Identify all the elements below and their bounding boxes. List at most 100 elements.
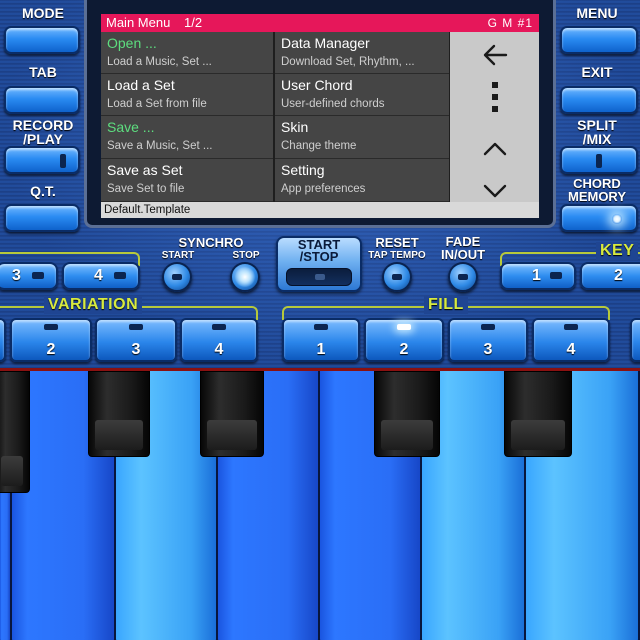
black-key[interactable] [0,371,30,493]
pill-number: 2 [614,267,623,284]
record-play-button[interactable] [4,146,80,174]
start-stop-button[interactable]: START /STOP [276,236,362,292]
fill-pad-1[interactable]: 1 [282,318,360,362]
record-led [60,154,66,168]
pad-number: 2 [46,341,56,358]
exit-button[interactable] [560,86,638,114]
pill-led [550,272,562,279]
tab-button[interactable] [4,86,80,114]
fill-pad-partial[interactable] [630,318,640,362]
menu-item-open[interactable]: Open ... Load a Music, Set ... [101,32,273,74]
variation-pad-4[interactable]: 4 [180,318,258,362]
pad-led [314,324,328,330]
pad-led [212,324,226,330]
fill-pad-3[interactable]: 3 [448,318,528,362]
menu-item-subtitle: Download Set, Rhythm, ... [281,56,415,68]
chevron-up-icon[interactable] [450,140,539,162]
menu-button[interactable] [560,26,638,54]
exit-label: EXIT [581,64,613,80]
main-menu-dialog: Main Menu 1/2 G M #1 Open ... Load a Mus… [101,14,539,218]
variation-select-3[interactable]: 3 [0,262,58,290]
back-arrow-icon[interactable] [450,40,539,70]
qt-button[interactable] [4,204,80,232]
knob-led [392,274,402,280]
menu-item-data-manager[interactable]: Data Manager Download Set, Rhythm, ... [275,32,449,74]
variation-select-4[interactable]: 4 [62,262,140,290]
pill-led [114,272,126,279]
black-key[interactable] [88,371,150,457]
more-vertical-icon[interactable] [450,80,539,114]
variation-pad-2[interactable]: 2 [10,318,92,362]
menu-title-bar: Main Menu 1/2 G M #1 [101,14,539,32]
menu-item-save[interactable]: Save ... Save a Music, Set ... [101,116,273,159]
menu-title: Main Menu [106,15,171,30]
variation-pad-3[interactable]: 3 [95,318,177,362]
black-key[interactable] [504,371,572,457]
synchro-start-label: START [161,250,195,261]
pill-led [32,272,44,279]
pad-number: 2 [399,341,409,358]
pad-led-active [397,324,411,330]
pill-number: 1 [532,267,541,284]
chord-memory-label: CHORD MEMORY [567,176,627,204]
fade-in-out-button[interactable] [448,262,478,292]
menu-item-title: Save ... [107,119,155,135]
pad-number: 3 [483,341,493,358]
pad-number: 4 [214,341,224,358]
record-play-label: RECORD /PLAY [12,117,74,147]
key-cap [381,420,433,450]
menu-item-subtitle: Load a Music, Set ... [107,56,212,68]
chevron-down-icon[interactable] [450,182,539,204]
slot-led [315,274,325,280]
mode-label: MODE [22,5,64,21]
black-key[interactable] [200,371,264,457]
split-mix-button[interactable] [560,146,638,174]
fade-label: FADE IN/OUT [430,235,496,261]
menu-item-user-chord[interactable]: User Chord User-defined chords [275,74,449,116]
template-status: Default.Template [101,202,539,218]
menu-item-title: User Chord [281,77,353,93]
menu-page-indicator: 1/2 [184,15,203,30]
key-cap [207,420,257,450]
menu-label: MENU [576,5,618,21]
key-select-1[interactable]: 1 [500,262,576,290]
variation-label: VARIATION [44,296,143,314]
menu-item-title: Setting [281,162,325,178]
key-cap [95,420,143,450]
mode-button[interactable] [4,26,80,54]
fill-pad-2[interactable]: 2 [364,318,444,362]
menu-item-skin[interactable]: Skin Change theme [275,116,449,159]
pad-led [564,324,578,330]
pill-number: 3 [12,267,21,284]
start-stop-slot [286,268,352,286]
menu-item-subtitle: Save a Music, Set ... [107,140,213,152]
fill-pad-4[interactable]: 4 [532,318,610,362]
menu-item-title: Open ... [107,35,157,51]
chord-memory-button[interactable] [560,204,638,232]
stop-text: /STOP [299,249,339,264]
pad-number: 3 [131,341,141,358]
knob-led [458,274,468,280]
black-key[interactable] [374,371,440,457]
key-select-2[interactable]: 2 [580,262,640,290]
menu-item-subtitle: App preferences [281,183,366,195]
variation-pad-1[interactable] [0,318,6,362]
menu-item-title: Save as Set [107,162,183,178]
menu-item-title: Skin [281,119,309,135]
qt-label: Q.T. [30,183,56,199]
in-out-text: IN/OUT [440,247,486,262]
menu-item-setting[interactable]: Setting App preferences [275,159,449,202]
menu-item-title: Data Manager [281,35,370,51]
pad-led [481,324,495,330]
synchro-stop-button[interactable] [230,262,260,292]
menu-item-save-as-set[interactable]: Save as Set Save Set to file [101,159,273,202]
menu-item-title: Load a Set [107,77,175,93]
chord-memory-led [612,214,622,224]
pad-number: 4 [566,341,576,358]
synchro-start-button[interactable] [162,262,192,292]
reset-tap-tempo-button[interactable] [382,262,412,292]
knob-flash [235,267,255,287]
menu-item-subtitle: User-defined chords [281,98,385,110]
fill-label: FILL [424,296,468,314]
menu-item-load-set[interactable]: Load a Set Load a Set from file [101,74,273,116]
